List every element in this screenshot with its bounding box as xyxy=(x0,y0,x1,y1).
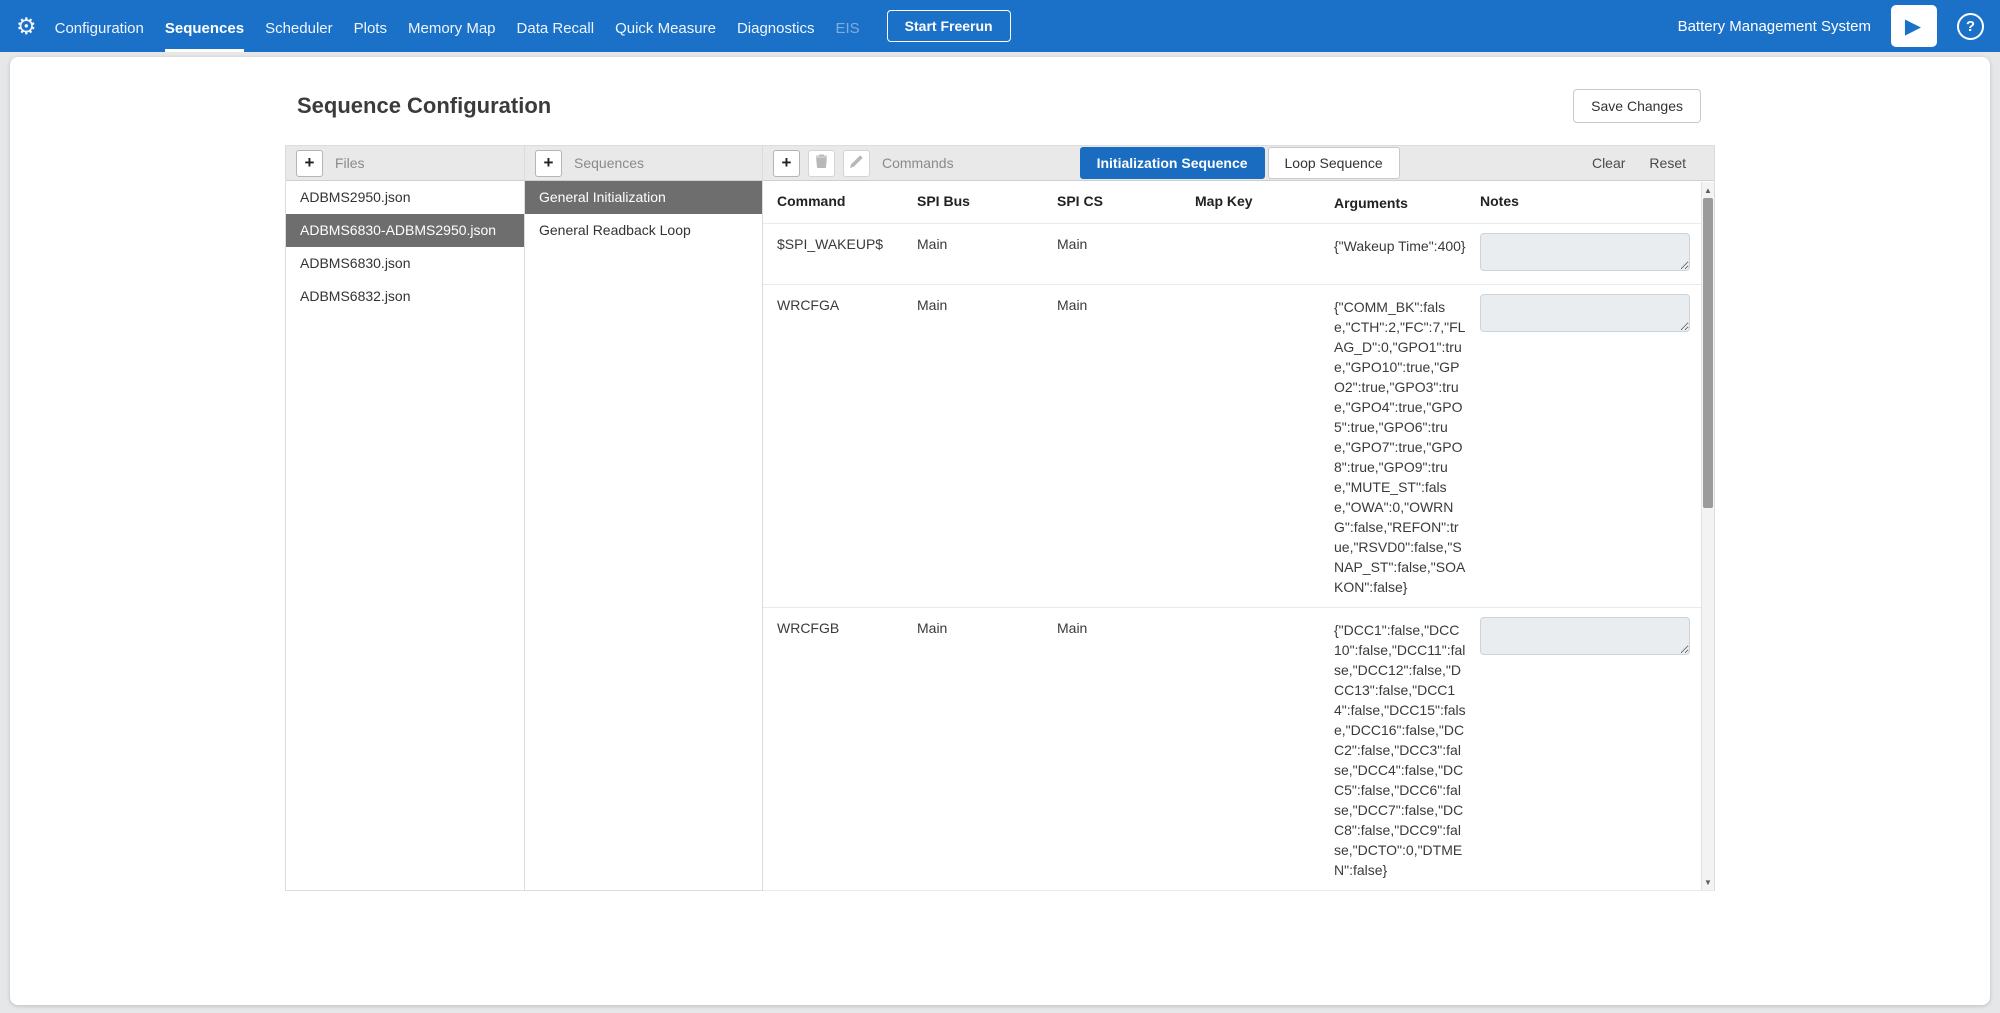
trash-icon xyxy=(815,153,828,173)
files-panel-header: + Files xyxy=(286,146,524,181)
delete-command-button[interactable] xyxy=(808,150,835,177)
notes-textarea[interactable] xyxy=(1480,294,1690,332)
content: Sequence Configuration Save Changes + Fi… xyxy=(285,57,1715,891)
scrollbar-thumb[interactable] xyxy=(1703,198,1713,508)
help-button[interactable]: ? xyxy=(1957,13,1984,40)
cell-spi-cs: Main xyxy=(1057,620,1195,636)
col-header-spi-bus: SPI Bus xyxy=(917,193,1057,209)
sequences-list: General Initialization General Readback … xyxy=(525,181,762,247)
col-header-notes: Notes xyxy=(1480,193,1701,209)
save-changes-button[interactable]: Save Changes xyxy=(1573,89,1701,123)
cell-notes xyxy=(1480,236,1701,274)
cell-notes xyxy=(1480,297,1701,335)
col-header-spi-cs: SPI CS xyxy=(1057,193,1195,209)
sequence-tab-group: Initialization Sequence Loop Sequence xyxy=(1080,147,1400,179)
commands-table-header: Command SPI Bus SPI CS Map Key Arguments… xyxy=(763,181,1714,224)
nav-item-sequences[interactable]: Sequences xyxy=(165,0,244,52)
cell-spi-bus: Main xyxy=(917,620,1057,636)
cell-arguments: {"COMM_BK":false,"CTH":2,"FC":7,"FLAG_D"… xyxy=(1334,297,1480,597)
page: ⚙ Configuration Sequences Scheduler Plot… xyxy=(0,0,2000,1013)
nav-item-memory-map[interactable]: Memory Map xyxy=(408,0,496,52)
add-file-button[interactable]: + xyxy=(296,150,323,177)
col-header-arguments: Arguments xyxy=(1334,193,1480,213)
notes-textarea[interactable] xyxy=(1480,233,1690,271)
panels: + Files ADBMS2950.json ADBMS6830-ADBMS29… xyxy=(285,145,1715,891)
cell-notes xyxy=(1480,620,1701,658)
app-title: Battery Management System xyxy=(1678,18,1871,35)
file-item[interactable]: ADBMS6830.json xyxy=(286,247,524,280)
start-freerun-button[interactable]: Start Freerun xyxy=(887,10,1011,42)
top-navbar: ⚙ Configuration Sequences Scheduler Plot… xyxy=(0,0,2000,52)
cell-arguments: {"Wakeup Time":400} xyxy=(1334,236,1480,256)
vertical-scrollbar[interactable]: ▲ ▼ xyxy=(1701,182,1714,890)
nav-item-configuration[interactable]: Configuration xyxy=(55,0,144,52)
sequences-panel: + Sequences General Initialization Gener… xyxy=(524,146,762,890)
file-item[interactable]: ADBMS2950.json xyxy=(286,181,524,214)
sequences-panel-title: Sequences xyxy=(574,155,644,171)
page-title: Sequence Configuration xyxy=(297,93,551,119)
help-icon: ? xyxy=(1966,18,1975,35)
cell-command: WRCFGB xyxy=(777,620,917,636)
sequences-panel-header: + Sequences xyxy=(525,146,762,181)
plus-icon: + xyxy=(782,154,792,171)
edit-command-button[interactable] xyxy=(843,150,870,177)
tab-initialization-sequence[interactable]: Initialization Sequence xyxy=(1080,147,1265,179)
file-item-selected[interactable]: ADBMS6830-ADBMS2950.json xyxy=(286,214,524,247)
add-command-button[interactable]: + xyxy=(773,150,800,177)
file-item[interactable]: ADBMS6832.json xyxy=(286,280,524,313)
sequence-item-selected[interactable]: General Initialization xyxy=(525,181,762,214)
command-row[interactable]: WRCFGA Main Main {"COMM_BK":false,"CTH":… xyxy=(763,285,1714,608)
cell-command: $SPI_WAKEUP$ xyxy=(777,236,917,252)
main-nav: Configuration Sequences Scheduler Plots … xyxy=(55,0,1011,52)
commands-panel: + Commands xyxy=(762,146,1714,890)
files-list: ADBMS2950.json ADBMS6830-ADBMS2950.json … xyxy=(286,181,524,313)
sequence-item[interactable]: General Readback Loop xyxy=(525,214,762,247)
header-links: Clear Reset xyxy=(1592,155,1704,171)
play-button[interactable]: ▶ xyxy=(1891,5,1937,47)
clear-link[interactable]: Clear xyxy=(1592,155,1625,171)
pencil-icon xyxy=(850,153,863,173)
col-header-command: Command xyxy=(777,193,917,209)
files-panel: + Files ADBMS2950.json ADBMS6830-ADBMS29… xyxy=(286,146,524,890)
add-sequence-button[interactable]: + xyxy=(535,150,562,177)
files-panel-title: Files xyxy=(335,155,365,171)
command-row[interactable]: WRCFGB Main Main {"DCC1":false,"DCC10":f… xyxy=(763,608,1714,891)
nav-item-scheduler[interactable]: Scheduler xyxy=(265,0,333,52)
play-icon: ▶ xyxy=(1905,14,1921,39)
reset-link[interactable]: Reset xyxy=(1649,155,1686,171)
cell-spi-bus: Main xyxy=(917,297,1057,313)
main-card: Sequence Configuration Save Changes + Fi… xyxy=(10,57,1990,1005)
commands-panel-header: + Commands xyxy=(763,146,1714,181)
nav-item-eis[interactable]: EIS xyxy=(835,0,859,52)
col-header-map-key: Map Key xyxy=(1195,193,1334,209)
cell-spi-cs: Main xyxy=(1057,297,1195,313)
command-row[interactable]: $SPI_WAKEUP$ Main Main {"Wakeup Time":40… xyxy=(763,224,1714,285)
tab-loop-sequence[interactable]: Loop Sequence xyxy=(1268,147,1400,179)
cell-spi-bus: Main xyxy=(917,236,1057,252)
gear-icon[interactable]: ⚙ xyxy=(16,15,37,38)
cell-command: WRCFGA xyxy=(777,297,917,313)
cell-spi-cs: Main xyxy=(1057,236,1195,252)
nav-item-data-recall[interactable]: Data Recall xyxy=(517,0,595,52)
cell-arguments: {"DCC1":false,"DCC10":false,"DCC11":fals… xyxy=(1334,620,1480,880)
scroll-down-icon[interactable]: ▼ xyxy=(1702,875,1714,889)
commands-panel-title: Commands xyxy=(882,155,954,171)
nav-item-quick-measure[interactable]: Quick Measure xyxy=(615,0,716,52)
plus-icon: + xyxy=(305,154,315,171)
plus-icon: + xyxy=(544,154,554,171)
nav-item-diagnostics[interactable]: Diagnostics xyxy=(737,0,815,52)
nav-item-plots[interactable]: Plots xyxy=(354,0,387,52)
notes-textarea[interactable] xyxy=(1480,617,1690,655)
scroll-up-icon[interactable]: ▲ xyxy=(1702,183,1714,197)
title-row: Sequence Configuration Save Changes xyxy=(285,57,1715,145)
navbar-right: Battery Management System ▶ ? xyxy=(1678,5,2000,47)
commands-table: Command SPI Bus SPI CS Map Key Arguments… xyxy=(763,181,1714,891)
